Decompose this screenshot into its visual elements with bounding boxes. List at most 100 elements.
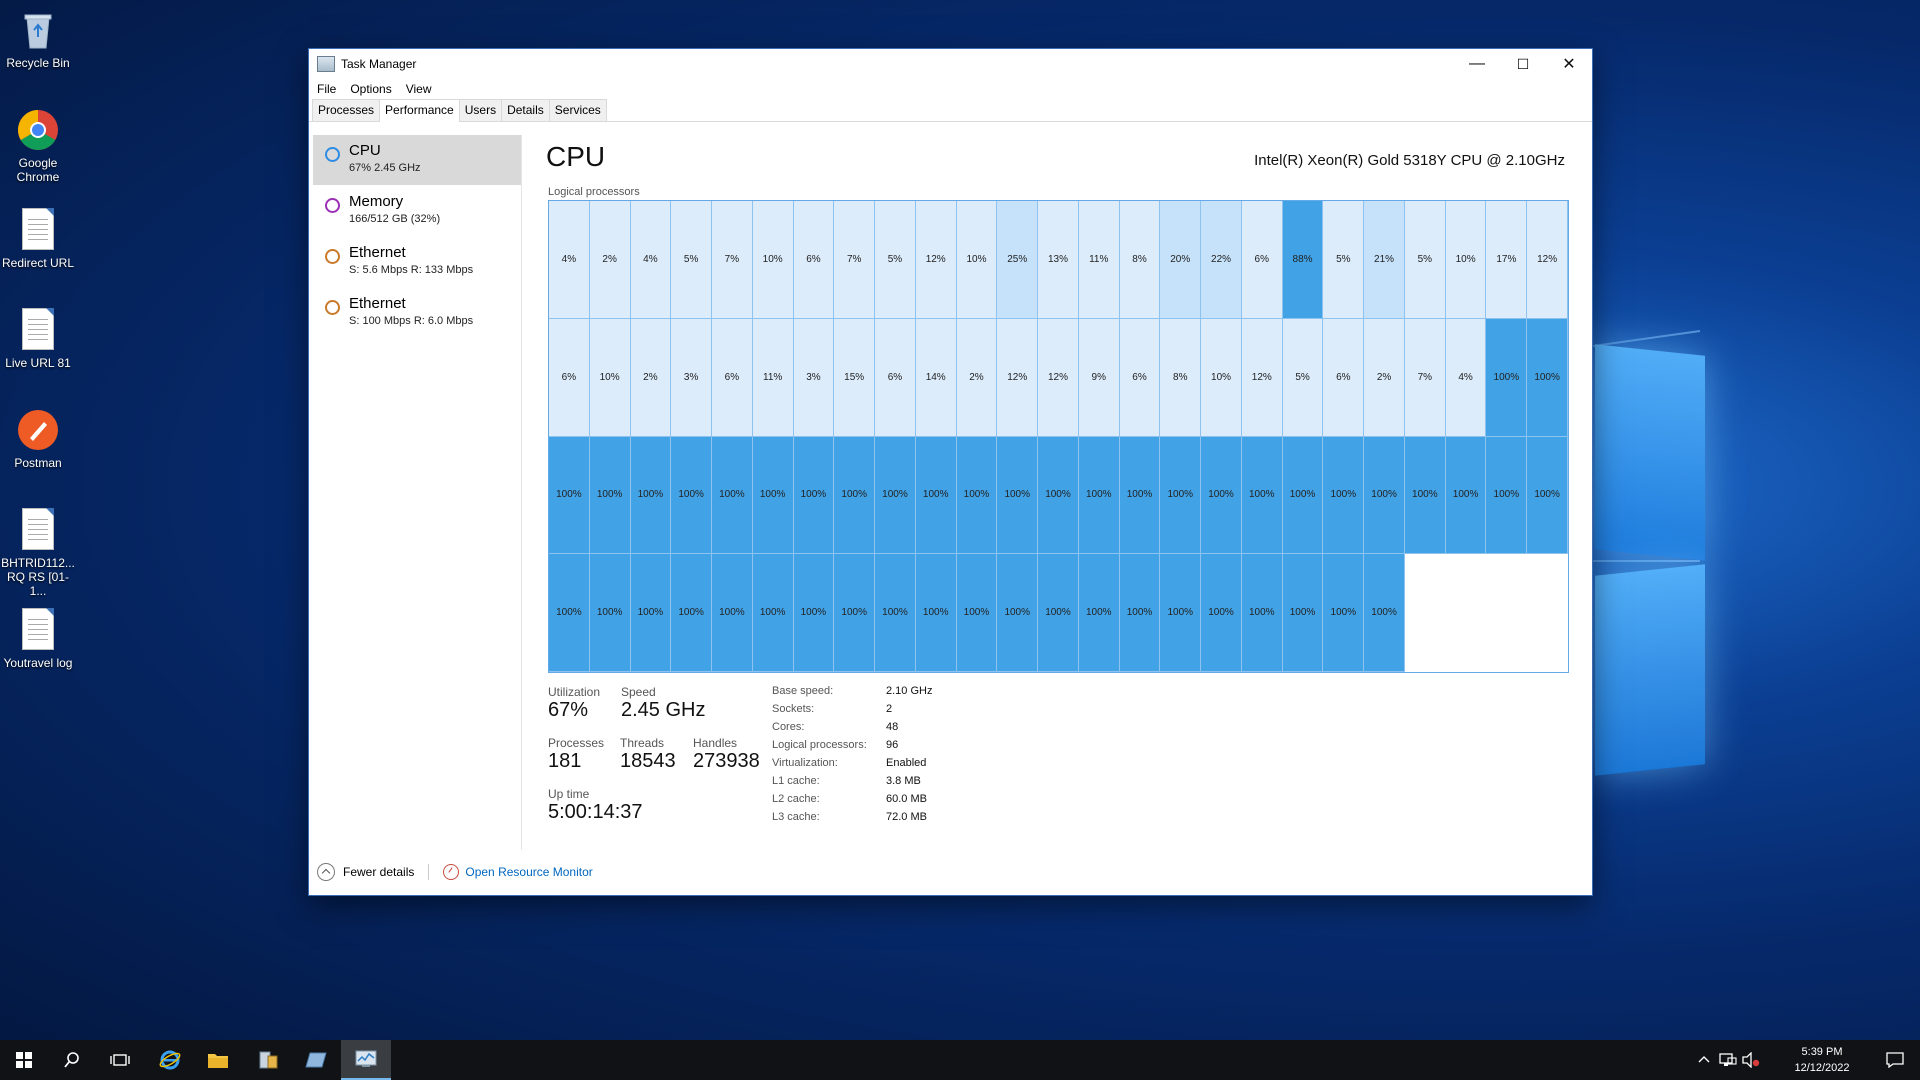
clock-date[interactable]: 12/12/2022 <box>1787 1062 1857 1074</box>
sidebar-item-cpu[interactable]: CPU 67% 2.45 GHz <box>313 135 521 185</box>
start-button[interactable] <box>0 1040 48 1080</box>
logical-processor-cell: 100% <box>1364 554 1405 672</box>
desktop-icon[interactable]: Recycle Bin <box>0 8 76 70</box>
spec-value: 2.10 GHz <box>886 685 933 697</box>
spec-label: Virtualization: <box>772 757 838 769</box>
fewer-details-button[interactable]: Fewer details <box>343 865 414 879</box>
logical-processor-cell: 100% <box>589 436 631 555</box>
title-bar[interactable]: Task Manager — ☐ ✕ <box>309 49 1592 79</box>
tab-details[interactable]: Details <box>501 99 550 121</box>
tab-users[interactable]: Users <box>458 99 503 121</box>
network-icon[interactable] <box>1719 1052 1737 1068</box>
performance-sidebar: CPU 67% 2.45 GHz Memory 166/512 GB (32%)… <box>313 135 522 850</box>
logical-processor-cell: 12% <box>1527 201 1568 319</box>
tab-strip: Processes Performance Users Details Serv… <box>309 99 1592 122</box>
logical-processor-cell: 100% <box>793 436 835 555</box>
handles-label: Handles <box>693 736 738 750</box>
logical-processor-cell: 100% <box>630 554 672 672</box>
chrome-icon <box>16 108 60 152</box>
logical-processor-cell: 5% <box>1282 318 1324 437</box>
logical-processor-cell: 100% <box>997 554 1039 672</box>
logical-processor-cell: 12% <box>915 201 957 319</box>
taskbar-task-manager[interactable] <box>341 1040 391 1080</box>
desktop-icon-label: Youtravel log <box>3 656 73 670</box>
sidebar-item-sub: 67% 2.45 GHz <box>349 162 421 174</box>
logical-processor-cell: 13% <box>1038 201 1079 319</box>
document-icon <box>22 308 54 350</box>
window-title: Task Manager <box>341 57 417 71</box>
logical-processor-cell: 4% <box>630 201 672 319</box>
desktop-icon[interactable]: Google Chrome <box>0 108 76 184</box>
chevron-up-icon[interactable] <box>1698 1054 1710 1064</box>
logical-processor-cell: 2% <box>1364 318 1405 437</box>
logical-processor-cell: 100% <box>1323 554 1365 672</box>
window-footer: Fewer details Open Resource Monitor <box>317 861 593 883</box>
logical-processor-cell: 6% <box>1323 318 1365 437</box>
logical-processors-label: Logical processors <box>548 186 640 198</box>
sidebar-item-sub: S: 5.6 Mbps R: 133 Mbps <box>349 264 474 276</box>
menu-options[interactable]: Options <box>350 82 391 96</box>
search-button[interactable] <box>48 1040 96 1080</box>
open-resource-monitor-link[interactable]: Open Resource Monitor <box>465 865 592 879</box>
notifications-icon[interactable] <box>1886 1052 1904 1068</box>
minimize-button[interactable]: — <box>1454 49 1500 79</box>
logical-processor-cell: 100% <box>915 554 957 672</box>
desktop-icon[interactable]: Redirect URL <box>0 208 76 270</box>
utilization-label: Utilization <box>548 685 601 699</box>
logical-processor-cell: 3% <box>671 318 713 437</box>
taskbar-server-manager[interactable] <box>244 1040 292 1080</box>
desktop-icon[interactable]: Live URL 81 <box>0 308 76 370</box>
recycle-bin-icon <box>16 8 60 52</box>
menu-file[interactable]: File <box>317 82 336 96</box>
desktop-icon-label: Google Chrome <box>16 156 60 184</box>
logical-processor-cell: 8% <box>1160 318 1202 437</box>
volume-muted-icon[interactable] <box>1742 1052 1760 1068</box>
desktop-icon[interactable]: BHTRID112... RQ RS [01-1... <box>0 508 76 598</box>
menu-view[interactable]: View <box>406 82 432 96</box>
sidebar-item-ethernet-2[interactable]: Ethernet S: 100 Mbps R: 6.0 Mbps <box>313 288 521 338</box>
ethernet-ring-icon <box>325 249 340 264</box>
desktop-icon-label: Recycle Bin <box>6 56 70 70</box>
sidebar-item-label: Memory <box>349 193 404 210</box>
desktop-icon[interactable]: Postman <box>0 408 76 470</box>
close-button[interactable]: ✕ <box>1546 49 1592 79</box>
taskbar-file-explorer[interactable] <box>194 1040 242 1080</box>
logical-processor-cell: 100% <box>1282 554 1324 672</box>
logical-processor-cell: 6% <box>793 201 835 319</box>
cpu-ring-icon <box>325 147 340 162</box>
taskbar-app[interactable] <box>292 1040 340 1080</box>
desktop-icon[interactable]: Youtravel log <box>0 608 76 670</box>
logical-processor-cell: 8% <box>1119 201 1161 319</box>
logical-processor-cell: 15% <box>834 318 876 437</box>
tab-services[interactable]: Services <box>548 99 607 121</box>
sidebar-item-label: Ethernet <box>349 295 406 312</box>
task-manager-window: Task Manager — ☐ ✕ File Options View Pro… <box>309 49 1592 895</box>
logical-processor-cell: 100% <box>956 554 998 672</box>
clock-time[interactable]: 5:39 PM <box>1787 1046 1857 1058</box>
logical-processor-cell: 17% <box>1486 201 1528 319</box>
logical-processor-cell: 10% <box>589 318 631 437</box>
sidebar-item-ethernet-1[interactable]: Ethernet S: 5.6 Mbps R: 133 Mbps <box>313 237 521 287</box>
tab-processes[interactable]: Processes <box>312 99 381 121</box>
resource-monitor-icon <box>443 864 460 880</box>
spec-value: Enabled <box>886 757 927 769</box>
logical-processor-cell: 100% <box>630 436 672 555</box>
taskbar-edge[interactable] <box>146 1040 194 1080</box>
desktop-icon-label: Live URL 81 <box>5 356 71 370</box>
task-view-button[interactable] <box>96 1040 144 1080</box>
logical-processor-cell: 14% <box>915 318 957 437</box>
chevron-up-icon[interactable] <box>317 863 335 881</box>
cpu-model: Intel(R) Xeon(R) Gold 5318Y CPU @ 2.10GH… <box>1254 152 1565 169</box>
powershell-icon <box>305 1052 327 1068</box>
logical-processor-cell: 9% <box>1078 318 1120 437</box>
tab-performance[interactable]: Performance <box>379 99 460 122</box>
logical-processor-cell: 100% <box>997 436 1039 555</box>
logical-processor-cell: 100% <box>1282 436 1324 555</box>
logical-processor-cell: 88% <box>1282 201 1324 319</box>
logical-processor-cell: 10% <box>956 201 998 319</box>
sidebar-item-memory[interactable]: Memory 166/512 GB (32%) <box>313 186 521 236</box>
logical-processor-cell: 6% <box>875 318 916 437</box>
logical-processor-cell: 11% <box>752 318 794 437</box>
folder-icon <box>208 1054 228 1068</box>
maximize-button[interactable]: ☐ <box>1500 49 1546 79</box>
